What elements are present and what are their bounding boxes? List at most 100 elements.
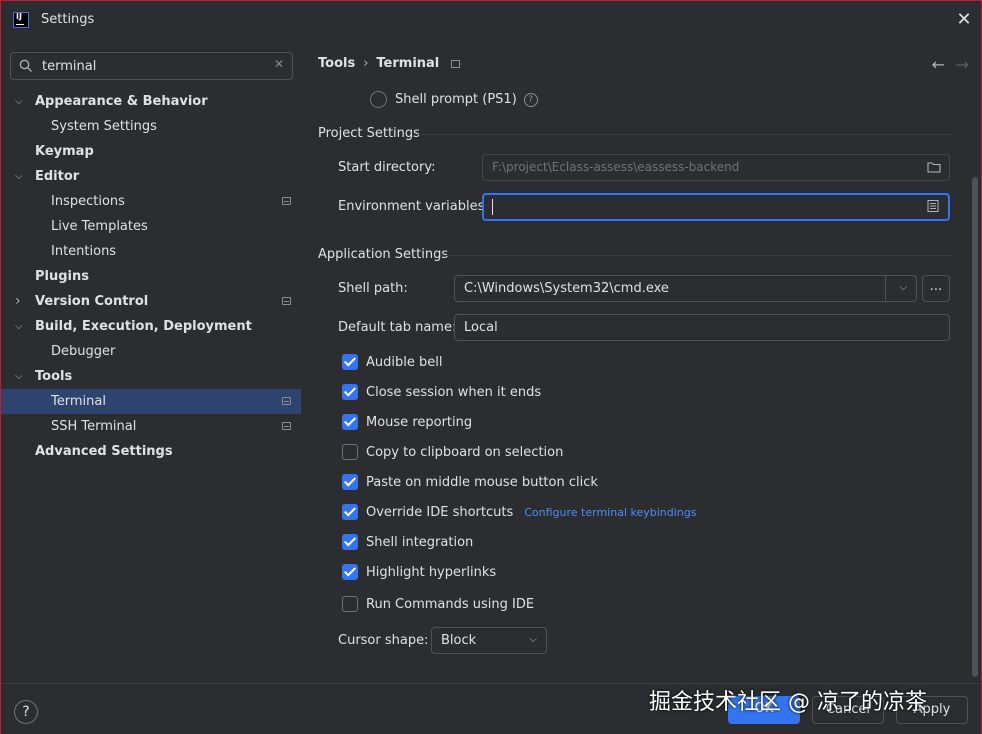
sidebar-item-label: Keymap: [35, 144, 94, 159]
folder-icon[interactable]: [927, 161, 941, 173]
terminal-settings-panel: Tools › Terminal ← → Shell prompt (PS1) …: [301, 41, 981, 683]
clear-search-icon[interactable]: ✕: [274, 57, 284, 71]
checkbox[interactable]: [342, 384, 358, 400]
application-settings-title: Application Settings: [318, 247, 449, 262]
project-level-icon: [282, 422, 291, 430]
cursor-shape-label: Cursor shape:: [338, 633, 429, 648]
sidebar-item-intentions[interactable]: Intentions: [1, 239, 301, 264]
shell-prompt-label: Shell prompt (PS1): [395, 92, 517, 107]
help-icon[interactable]: ?: [523, 92, 538, 107]
sidebar-item-terminal[interactable]: Terminal: [1, 389, 301, 414]
option-run-commands-using-ide[interactable]: Run Commands using IDE: [342, 596, 534, 612]
breadcrumb-current: Terminal: [376, 56, 440, 71]
sidebar-item-label: Live Templates: [51, 219, 148, 234]
checkbox-label: Audible bell: [366, 354, 443, 370]
sidebar-item-debugger[interactable]: Debugger: [1, 339, 301, 364]
sidebar-item-live-templates[interactable]: Live Templates: [1, 214, 301, 239]
checkbox[interactable]: [342, 534, 358, 550]
start-directory-field[interactable]: F:\project\Eclass-assess\eassess-backend: [482, 154, 950, 181]
checkbox[interactable]: [342, 444, 358, 460]
sidebar-item-label: Inspections: [51, 194, 125, 209]
breadcrumb-parent[interactable]: Tools: [318, 56, 355, 71]
start-directory-label: Start directory:: [338, 160, 436, 175]
sidebar-item-label: Editor: [35, 169, 80, 184]
forward-arrow-icon[interactable]: →: [956, 55, 969, 74]
sidebar-item-label: Intentions: [51, 244, 117, 259]
sidebar-item-ssh-terminal[interactable]: SSH Terminal: [1, 414, 301, 439]
sidebar-item-tools[interactable]: ⌵ Tools: [1, 364, 301, 389]
configure-keybindings-link[interactable]: Configure terminal keybindings: [524, 506, 696, 519]
dropdown-divider: [885, 276, 886, 301]
help-button[interactable]: ?: [14, 700, 38, 724]
settings-sidebar: ✕ ⌵ Appearance & Behavior System Settings K…: [1, 41, 301, 683]
sidebar-item-label: Advanced Settings: [35, 444, 173, 459]
checkbox[interactable]: [342, 596, 358, 612]
sidebar-item-advanced-settings[interactable]: Advanced Settings: [1, 439, 301, 464]
sidebar-item-plugins[interactable]: Plugins: [1, 264, 301, 289]
window-title: Settings: [41, 12, 95, 27]
sidebar-item-label: Terminal: [51, 394, 106, 409]
option-paste-on-middle-mouse-button-click[interactable]: Paste on middle mouse button click: [342, 474, 598, 490]
scrollbar[interactable]: [972, 177, 978, 677]
sidebar-item-system-settings[interactable]: System Settings: [1, 114, 301, 139]
option-copy-to-clipboard-on-selection[interactable]: Copy to clipboard on selection: [342, 444, 563, 460]
project-settings-title: Project Settings: [318, 126, 420, 141]
shell-path-dropdown[interactable]: C:\Windows\System32\cmd.exe ⌵: [454, 275, 917, 302]
chevron-down-icon[interactable]: ⌵: [15, 164, 27, 189]
checkbox[interactable]: [342, 354, 358, 370]
environment-variables-field[interactable]: [482, 193, 950, 221]
shell-prompt-option[interactable]: Shell prompt (PS1) ?: [370, 91, 538, 108]
option-override-ide-shortcuts[interactable]: Override IDE shortcuts Configure terminal…: [342, 504, 696, 520]
sidebar-item-label: Tools: [35, 369, 73, 384]
cursor-shape-select[interactable]: Block ⌵: [431, 627, 547, 654]
settings-tree: ⌵ Appearance & Behavior System Settings Key…: [1, 89, 301, 464]
sidebar-item-label: Version Control: [35, 294, 149, 309]
environment-variables-label: Environment variables:: [338, 199, 489, 214]
search-input[interactable]: [42, 56, 267, 76]
browse-shell-button[interactable]: ...: [922, 275, 950, 302]
sidebar-item-build-execution-deployment[interactable]: ⌵ Build, Execution, Deployment: [1, 314, 301, 339]
shell-prompt-radio[interactable]: [370, 91, 387, 108]
back-arrow-icon[interactable]: ←: [932, 55, 945, 74]
option-highlight-hyperlinks[interactable]: Highlight hyperlinks: [342, 564, 496, 580]
checkbox-label: Override IDE shortcuts: [366, 504, 514, 520]
close-icon[interactable]: ✕: [955, 11, 973, 29]
checkbox-label: Paste on middle mouse button click: [366, 474, 598, 490]
chevron-down-icon[interactable]: ⌵: [15, 89, 27, 114]
checkbox[interactable]: [342, 474, 358, 490]
chevron-right-icon[interactable]: ›: [15, 289, 27, 314]
default-tab-name-label: Default tab name:: [338, 320, 457, 335]
settings-window: IJ Settings ✕ ✕ ⌵ Appearance & Behavior Sy…: [0, 0, 982, 734]
sidebar-item-label: System Settings: [51, 119, 157, 134]
sidebar-item-editor[interactable]: ⌵ Editor: [1, 164, 301, 189]
settings-search[interactable]: ✕: [10, 52, 293, 80]
chevron-down-icon[interactable]: ⌵: [15, 314, 27, 339]
checkbox-label: Shell integration: [366, 534, 474, 550]
chevron-down-icon[interactable]: ⌵: [899, 282, 907, 293]
chevron-down-icon[interactable]: ⌵: [15, 364, 27, 389]
checkbox[interactable]: [342, 504, 358, 520]
option-audible-bell[interactable]: Audible bell: [342, 354, 442, 370]
breadcrumb: Tools › Terminal: [318, 56, 461, 71]
checkbox-label: Highlight hyperlinks: [366, 564, 497, 580]
option-mouse-reporting[interactable]: Mouse reporting: [342, 414, 472, 430]
title-bar: IJ Settings ✕: [1, 1, 981, 41]
section-divider: [441, 255, 953, 256]
checkbox[interactable]: [342, 564, 358, 580]
option-close-session-when-it-ends[interactable]: Close session when it ends: [342, 384, 541, 400]
sidebar-item-keymap[interactable]: Keymap: [1, 139, 301, 164]
sidebar-item-version-control[interactable]: › Version Control: [1, 289, 301, 314]
project-level-icon: [282, 397, 291, 405]
sidebar-item-appearance-behavior[interactable]: ⌵ Appearance & Behavior: [1, 89, 301, 114]
edit-list-icon[interactable]: [926, 200, 940, 212]
intellij-logo-icon: IJ: [13, 12, 29, 28]
default-tab-name-field[interactable]: Local: [454, 314, 950, 341]
sidebar-item-label: Build, Execution, Deployment: [35, 319, 252, 334]
sidebar-item-inspections[interactable]: Inspections: [1, 189, 301, 214]
shell-path-value: C:\Windows\System32\cmd.exe: [464, 281, 669, 296]
search-icon: [19, 59, 32, 72]
checkbox-label: Close session when it ends: [366, 384, 542, 400]
checkbox[interactable]: [342, 414, 358, 430]
sidebar-item-label: Plugins: [35, 269, 89, 284]
option-shell-integration[interactable]: Shell integration: [342, 534, 473, 550]
